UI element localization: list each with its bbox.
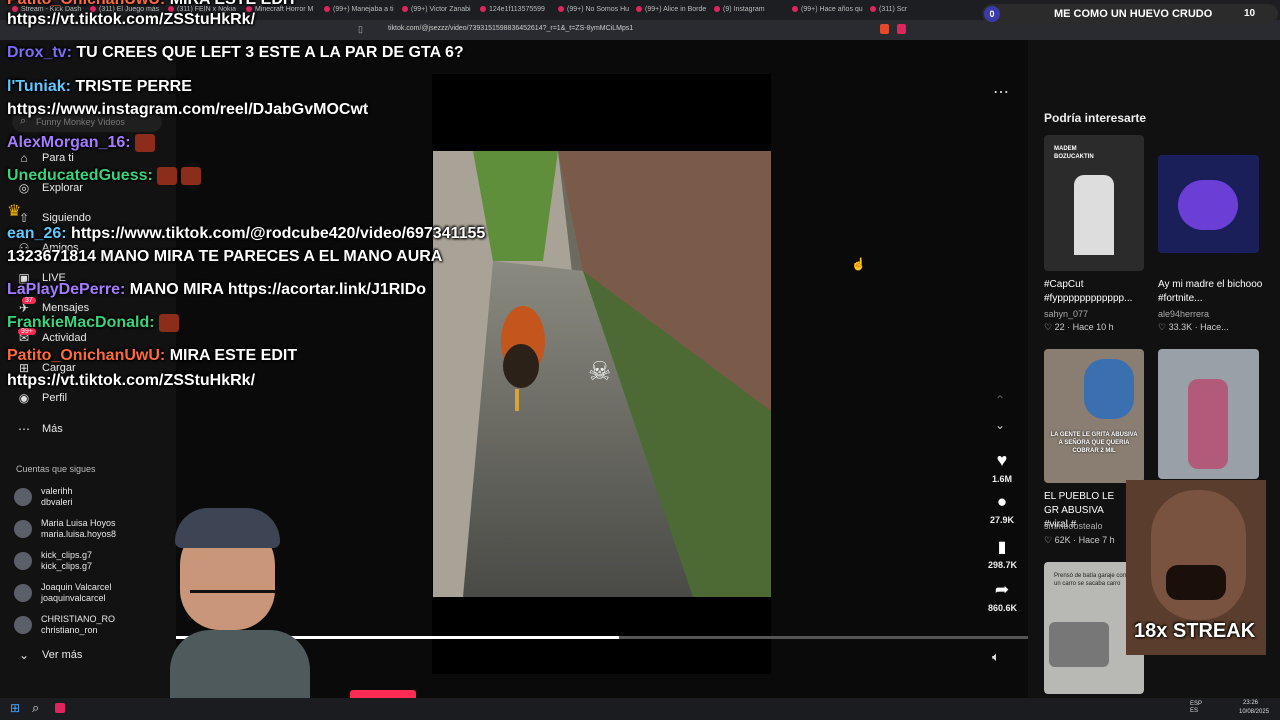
- bookmark-icon: ▮: [997, 539, 1007, 556]
- tab-favicon-icon: [324, 6, 330, 13]
- extension-icon[interactable]: [897, 24, 906, 34]
- chat-message: https://vt.tiktok.com/ZSStuHkRk/: [7, 11, 256, 28]
- browser-tab[interactable]: (99+) No Somos Hu: [558, 3, 632, 17]
- chat-message: Drox_tv: TU CREES QUE LEFT 3 ESTE A LA P…: [7, 44, 464, 61]
- comment-button[interactable]: ● 27.9K: [988, 492, 1016, 525]
- save-button[interactable]: ▮ 298.7K: [988, 537, 1017, 570]
- url-text[interactable]: tiktok.com/@jsezzz/video/739315159883645…: [388, 25, 633, 32]
- streak-label: 18x STREAK: [1134, 620, 1256, 642]
- chat-message: ean_26: https://www.tiktok.com/@rodcube4…: [7, 225, 486, 242]
- card-stats: ♡ 62K · Hace 7 h: [1044, 535, 1115, 545]
- tab-favicon-icon: [402, 6, 408, 13]
- recommended-video-thumbnail[interactable]: LA GENTE LE GRITA ABUSIVA A SEÑORA QUE Q…: [1044, 349, 1144, 483]
- chevron-up-icon[interactable]: ⌃: [995, 393, 1005, 407]
- card-user[interactable]: ale94herrera: [1158, 309, 1209, 319]
- share-button[interactable]: ➦ 860.6K: [988, 580, 1017, 613]
- clock-date[interactable]: 10/08/2025: [1239, 709, 1269, 715]
- chat-message: https://www.instagram.com/reel/DJabGvMOC…: [7, 101, 369, 118]
- emote-icon: [134, 134, 155, 152]
- emote-icon: [156, 167, 177, 185]
- bookmark-icon[interactable]: ▯: [358, 24, 363, 35]
- browser-tab[interactable]: 124e1f113575599: [480, 3, 554, 17]
- browser-tab[interactable]: (9) Instagram: [714, 3, 788, 17]
- card-user[interactable]: smmboostealo: [1044, 521, 1103, 531]
- sidebar-item-mas[interactable]: ⋯ Más: [16, 419, 63, 439]
- avatar: [14, 616, 32, 634]
- recommended-video-thumbnail[interactable]: MADEM BOZUCAKTIN: [1044, 135, 1144, 271]
- recommended-video-thumbnail[interactable]: [1158, 155, 1259, 253]
- chat-message: 1323671814 MANO MIRA TE PARECES A EL MAN…: [7, 248, 443, 265]
- mouse-cursor-icon: ☝: [851, 257, 866, 271]
- sidebar-item-perfil[interactable]: ◉ Perfil: [16, 388, 67, 408]
- skull-emoji-icon: ☠: [588, 356, 612, 386]
- more-options-icon[interactable]: ⋯: [993, 82, 1009, 102]
- tab-favicon-icon: [792, 6, 798, 13]
- app-icon[interactable]: [55, 703, 65, 713]
- goal-title: ME COMO UN HUEVO CRUDO: [1054, 8, 1213, 20]
- crown-icon: ♛: [7, 203, 22, 220]
- avatar: [14, 520, 32, 538]
- goal-bar: 0 ME COMO UN HUEVO CRUDO 10: [982, 4, 1278, 24]
- glasses: [190, 590, 275, 593]
- search-icon[interactable]: ⌕: [32, 700, 39, 716]
- recommended-video-thumbnail[interactable]: [1158, 349, 1259, 479]
- windows-start-icon[interactable]: ⊞: [10, 701, 20, 715]
- chevron-down-icon: ⌄: [18, 648, 30, 662]
- avatar: [14, 552, 32, 570]
- heart-icon: ♥: [996, 450, 1008, 470]
- tab-favicon-icon: [714, 6, 720, 13]
- card-stats: ♡ 22 · Hace 10 h: [1044, 322, 1114, 332]
- more-icon: ⋯: [18, 422, 30, 436]
- brave-shield-icon[interactable]: [880, 24, 889, 34]
- get-app-button[interactable]: [350, 690, 416, 698]
- tab-favicon-icon: [558, 6, 564, 13]
- language-indicator[interactable]: ESP ES: [1190, 701, 1204, 715]
- following-account[interactable]: Maria Luisa Hoyos maria.luisa.hoyos8: [14, 518, 116, 540]
- see-more-button[interactable]: ⌄ Ver más: [16, 645, 82, 665]
- tab-favicon-icon: [636, 6, 642, 13]
- recommendations-heading: Podría interesarte: [1044, 111, 1147, 125]
- chat-message: Patito_OnichanUwU: MIRA ESTE EDIT: [7, 347, 298, 364]
- comment-icon: ●: [996, 492, 1008, 511]
- avatar: [14, 584, 32, 602]
- chat-message: FrankieMacDonald:: [7, 314, 179, 332]
- chat-message: AlexMorgan_16:: [7, 134, 155, 152]
- card-caption[interactable]: #CapCut #fypppppppppppp...: [1044, 278, 1156, 306]
- webcam-feed: [170, 500, 310, 698]
- card-stats: ♡ 33.3K · Hace...: [1158, 322, 1229, 332]
- chat-message: https://vt.tiktok.com/ZSStuHkRk/: [7, 372, 256, 389]
- chevron-down-icon[interactable]: ⌄: [995, 418, 1005, 432]
- video-frame[interactable]: ☠: [433, 151, 771, 597]
- following-account[interactable]: valerihh dbvaleri: [14, 486, 73, 508]
- chat-message: UneducatedGuess:: [7, 167, 201, 185]
- profile-icon: ◉: [18, 391, 30, 405]
- emote-icon: [158, 314, 179, 332]
- tab-favicon-icon: [480, 6, 486, 13]
- browser-tab[interactable]: (99+) Hace años qu: [792, 3, 866, 17]
- streak-reaction-image: 18x STREAK: [1126, 480, 1266, 655]
- volume-icon[interactable]: 🔈︎: [992, 649, 1000, 665]
- avatar: [14, 488, 32, 506]
- browser-tab[interactable]: (99+) Manejaba a ti: [324, 3, 398, 17]
- windows-taskbar: ⊞ ⌕ ESP ES 23:26 10/08/2025: [0, 698, 1280, 720]
- card-caption[interactable]: Ay mi madre el bichooo #fortnite...: [1158, 278, 1270, 306]
- tab-favicon-icon: [870, 6, 876, 13]
- following-account[interactable]: kick_clips.g7 kick_clips.g7: [14, 550, 92, 572]
- chat-message: l'Tuniak: TRISTE PERRE: [7, 78, 192, 95]
- share-arrow-icon: ➦: [994, 580, 1010, 599]
- browser-tab[interactable]: (99+) Victor Zanabi: [402, 3, 476, 17]
- card-user[interactable]: sahyn_077: [1044, 309, 1088, 319]
- home-icon: ⌂: [20, 151, 28, 165]
- following-account[interactable]: Joaquin Valcarcel joaquinvalcarcel: [14, 582, 111, 604]
- chat-message: Patito_OnichanUwU: MIRA ESTE EDIT: [7, 0, 297, 9]
- like-button[interactable]: ♥ 1.6M: [988, 450, 1016, 484]
- browser-tab[interactable]: (311) Scr: [870, 3, 944, 17]
- clock-time[interactable]: 23:26: [1243, 700, 1258, 706]
- chat-message: LaPlayDePerre: MANO MIRA https://acortar…: [7, 281, 427, 298]
- emote-icon: [180, 167, 201, 185]
- following-heading: Cuentas que sigues: [16, 464, 96, 474]
- following-account[interactable]: CHRISTIANO_RO christiano_ron: [14, 614, 115, 636]
- browser-tab[interactable]: (99+) Alice in Borde: [636, 3, 710, 17]
